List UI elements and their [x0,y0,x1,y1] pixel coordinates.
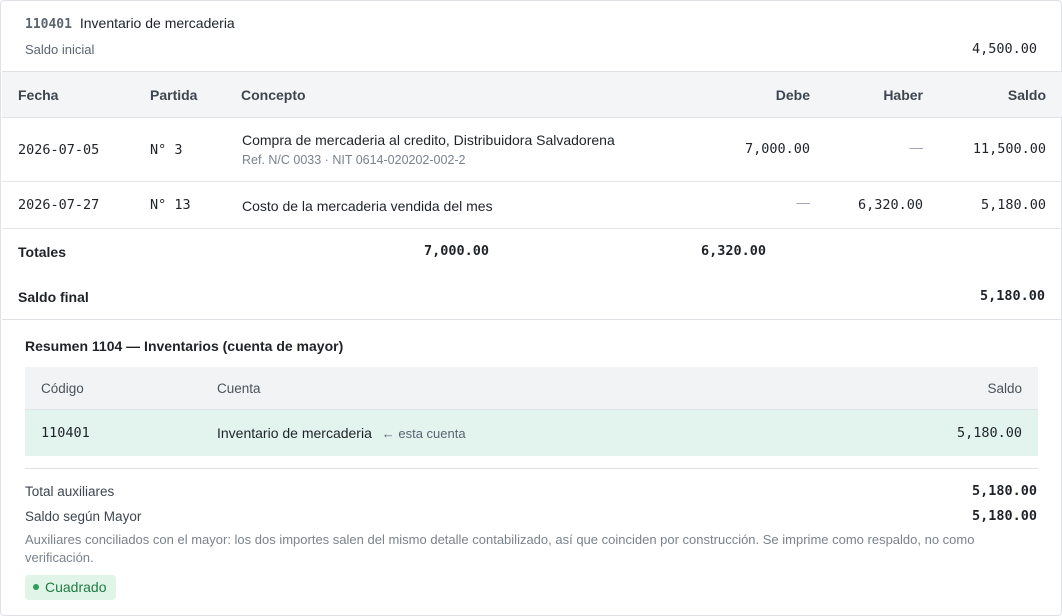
reconciliation-note: Auxiliares conciliados con el mayor: los… [25,532,975,565]
table-row[interactable]: 2026-07-05 N° 3 Compra de mercaderia al … [2,118,1062,182]
row-balance: 5,180.00 [980,197,1046,213]
ledger-balance-label: Saldo según Mayor [25,509,142,524]
account-name: Inventario de mercaderia [79,15,235,31]
ledger-card: 110401 Inventario de mercaderia Saldo in… [0,0,1062,616]
row-debit: 7,000.00 [744,141,810,157]
summary-column-balance: Saldo [987,381,1022,396]
ledger-header-row: Fecha Partida Concepto Debe Haber Saldo [2,71,1062,118]
row-balance: 11,500.00 [972,141,1046,157]
account-code: 110401 [25,17,72,32]
ledger-balance-value: 5,180.00 [971,508,1037,524]
total-credit: 6,320.00 [701,243,767,259]
status-label: Cuadrado [45,579,107,595]
total-debit: 7,000.00 [424,243,490,259]
summary-row-code: 110401 [41,425,90,441]
row-debit: — [796,195,811,210]
summary-row-account-name: Inventario de mercaderia [217,425,372,441]
column-header-date: Fecha [18,87,59,103]
total-aux-value: 5,180.00 [971,483,1037,499]
row-date: 2026-07-27 [18,197,100,213]
summary-column-code: Código [41,381,84,396]
final-balance-value: 5,180.00 [979,288,1045,304]
row-entry: N° 13 [150,197,191,213]
current-account-note: ← esta cuenta [381,426,466,441]
summary-divider [25,468,1038,469]
row-concept: Compra de mercaderia al credito, Distrib… [242,132,615,148]
column-header-balance: Saldo [1007,87,1046,103]
status-dot-icon [33,584,39,591]
summary-title: Resumen 1104 — Inventarios (cuenta de ma… [25,338,344,354]
row-concept: Costo de la mercaderia vendida del mes [242,198,493,214]
summary-column-account: Cuenta [217,381,261,396]
column-header-credit: Haber [883,87,923,103]
summary-header-row: Código Cuenta Saldo [25,367,1038,410]
summary-row-balance: 5,180.00 [956,425,1022,441]
column-header-entry: Partida [150,87,198,103]
totals-label: Totales [18,244,66,260]
summary-row-current-account[interactable]: 110401 Inventario de mercaderia ← esta c… [25,410,1038,456]
opening-balance-label: Saldo inicial [25,42,95,57]
total-aux-label: Total auxiliares [25,484,115,499]
opening-balance-value: 4,500.00 [971,41,1037,57]
section-divider [2,319,1062,320]
summary-row-account: Inventario de mercaderia ← esta cuenta [217,425,466,441]
row-date: 2026-07-05 [18,142,100,158]
row-credit: 6,320.00 [857,197,923,213]
row-credit: — [909,140,924,155]
account-header: 110401 Inventario de mercaderia [25,15,235,32]
column-header-debit: Debe [775,87,810,103]
row-reference: Ref. N/C 0033 · NIT 0614-020202-002-2 [242,153,466,167]
final-balance-label: Saldo final [18,289,89,305]
row-entry: N° 3 [150,142,183,158]
status-badge: Cuadrado [25,575,116,600]
column-header-concept: Concepto [241,87,306,103]
table-row[interactable]: 2026-07-27 N° 13 Costo de la mercaderia … [2,182,1062,229]
